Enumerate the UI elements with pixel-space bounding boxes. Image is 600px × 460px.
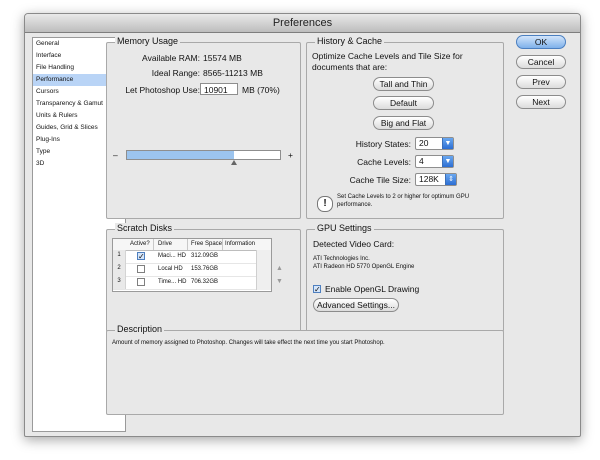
slider-max-label: + bbox=[288, 150, 293, 160]
let-photoshop-use-label: Let Photoshop Use: bbox=[125, 85, 200, 95]
cache-levels-value: 4 bbox=[419, 156, 424, 166]
cancel-button[interactable]: Cancel bbox=[516, 55, 566, 69]
cache-tile-size-stepper-icon[interactable]: ⇕ bbox=[445, 174, 456, 185]
sidebar-item-label: Plug-Ins bbox=[36, 136, 60, 143]
cache-levels-dropdown-icon[interactable]: ▼ bbox=[442, 156, 453, 167]
ideal-range-label: Ideal Range: bbox=[151, 68, 200, 78]
column-separator bbox=[187, 239, 188, 250]
sidebar-item-label: 3D bbox=[36, 160, 45, 167]
sidebar-item-label: Transparency & Gamut bbox=[36, 100, 103, 107]
row-number: 1 bbox=[113, 250, 126, 263]
column-header-information[interactable]: Information bbox=[225, 239, 255, 250]
active-checkbox[interactable]: ✓ bbox=[137, 252, 145, 261]
window-title: Preferences bbox=[25, 14, 580, 33]
history-states-label: History States: bbox=[355, 139, 411, 149]
history-states-field[interactable]: 20 ▼ bbox=[415, 137, 454, 150]
memory-slider[interactable] bbox=[126, 150, 281, 160]
drive-name: Local HD bbox=[158, 266, 183, 272]
move-down-arrow-icon[interactable]: ▼ bbox=[276, 278, 283, 285]
gpu-card-name: ATI Radeon HD 5770 OpenGL Engine bbox=[313, 264, 415, 270]
sidebar-item-label: Cursors bbox=[36, 88, 59, 95]
column-separator bbox=[222, 239, 223, 250]
preferences-window: Preferences General Interface File Handl… bbox=[24, 13, 581, 437]
free-space: 706.32GB bbox=[191, 279, 219, 285]
memory-amount-input[interactable]: 10901 bbox=[200, 83, 238, 95]
advanced-settings-button[interactable]: Advanced Settings... bbox=[313, 298, 399, 312]
ideal-range-value: 8565-11213 MB bbox=[203, 68, 263, 78]
default-cache-button[interactable]: Default bbox=[373, 96, 434, 110]
slider-min-label: – bbox=[113, 150, 118, 160]
prev-button[interactable]: Prev bbox=[516, 75, 566, 89]
history-states-value: 20 bbox=[419, 138, 429, 148]
cache-levels-label: Cache Levels: bbox=[357, 157, 411, 167]
cache-tile-size-field[interactable]: 128K ⇕ bbox=[415, 173, 457, 186]
sidebar-item-label: General bbox=[36, 40, 60, 47]
table-row[interactable]: 2 Local HD 153.76GB bbox=[113, 263, 271, 277]
row-number: 2 bbox=[113, 263, 126, 276]
drive-name: Maci... HD bbox=[158, 253, 187, 259]
column-separator bbox=[153, 239, 154, 250]
sidebar-item-label: Performance bbox=[36, 76, 74, 83]
cache-tile-size-label: Cache Tile Size: bbox=[349, 175, 411, 185]
memory-slider-fill bbox=[127, 151, 235, 159]
scratch-disks-title: Scratch Disks bbox=[115, 223, 175, 233]
check-icon: ✓ bbox=[138, 252, 145, 261]
gpu-note-line-1: Set Cache Levels to 2 or higher for opti… bbox=[337, 194, 470, 200]
sidebar-item-label: Units & Rulers bbox=[36, 112, 78, 119]
available-ram-value: 15574 MB bbox=[203, 53, 242, 63]
available-ram-label: Available RAM: bbox=[142, 53, 200, 63]
description-title: Description bbox=[115, 324, 165, 334]
gpu-note-line-2: performance. bbox=[337, 202, 373, 208]
next-button[interactable]: Next bbox=[516, 95, 566, 109]
enable-opengl-label[interactable]: Enable OpenGL Drawing bbox=[325, 284, 419, 294]
scratch-disks-table: Active? Drive Free Space Information 1 ✓… bbox=[112, 238, 272, 292]
gpu-vendor: ATI Technologies Inc. bbox=[313, 256, 370, 262]
history-states-dropdown-icon[interactable]: ▼ bbox=[442, 138, 453, 149]
table-scrollbar[interactable] bbox=[256, 250, 271, 290]
table-row[interactable]: 3 Time... HD 706.32GB bbox=[113, 276, 271, 290]
enable-opengl-checkbox[interactable]: ✓ bbox=[313, 285, 321, 294]
big-and-flat-button[interactable]: Big and Flat bbox=[373, 116, 434, 130]
description-group: Description Amount of memory assigned to… bbox=[106, 324, 504, 415]
gpu-settings-title: GPU Settings bbox=[315, 223, 374, 233]
check-icon: ✓ bbox=[314, 285, 321, 294]
column-header-drive[interactable]: Drive bbox=[158, 239, 172, 250]
ok-button[interactable]: OK bbox=[516, 35, 566, 49]
sidebar-item-label: File Handling bbox=[36, 64, 74, 71]
gpu-settings-group: GPU Settings Detected Video Card: ATI Te… bbox=[306, 223, 504, 332]
memory-unit-label: MB (70%) bbox=[242, 85, 280, 95]
optimize-text-line-1: Optimize Cache Levels and Tile Size for bbox=[312, 51, 463, 61]
memory-usage-group: Memory Usage Available RAM: 15574 MB Ide… bbox=[106, 36, 301, 219]
sidebar-item-label: Type bbox=[36, 148, 51, 155]
sidebar-item-label: Interface bbox=[36, 52, 62, 59]
column-header-active[interactable]: Active? bbox=[130, 239, 150, 250]
table-row[interactable]: 1 ✓ Maci... HD 312.09GB bbox=[113, 250, 271, 264]
tall-and-thin-button[interactable]: Tall and Thin bbox=[373, 77, 434, 91]
active-checkbox[interactable] bbox=[137, 278, 145, 286]
column-header-free-space[interactable]: Free Space bbox=[191, 239, 222, 250]
free-space: 312.09GB bbox=[191, 253, 219, 259]
cache-levels-field[interactable]: 4 ▼ bbox=[415, 155, 454, 168]
memory-slider-thumb[interactable] bbox=[231, 160, 238, 165]
scratch-disks-group: Scratch Disks Active? Drive Free Space I… bbox=[106, 223, 301, 332]
cache-tile-size-value: 128K bbox=[419, 174, 439, 184]
warning-icon: ! bbox=[317, 196, 333, 212]
history-cache-title: History & Cache bbox=[315, 36, 385, 46]
row-number: 3 bbox=[113, 276, 126, 289]
optimize-text-line-2: documents that are: bbox=[312, 62, 388, 72]
active-checkbox[interactable] bbox=[137, 265, 145, 273]
description-text: Amount of memory assigned to Photoshop. … bbox=[112, 340, 385, 346]
drive-name: Time... HD bbox=[158, 279, 187, 285]
memory-usage-title: Memory Usage bbox=[115, 36, 181, 46]
free-space: 153.76GB bbox=[191, 266, 219, 272]
detected-video-card-label: Detected Video Card: bbox=[313, 239, 395, 249]
sidebar-item-label: Guides, Grid & Slices bbox=[36, 124, 98, 131]
move-up-arrow-icon[interactable]: ▲ bbox=[276, 265, 283, 272]
history-cache-group: History & Cache Optimize Cache Levels an… bbox=[306, 36, 504, 219]
